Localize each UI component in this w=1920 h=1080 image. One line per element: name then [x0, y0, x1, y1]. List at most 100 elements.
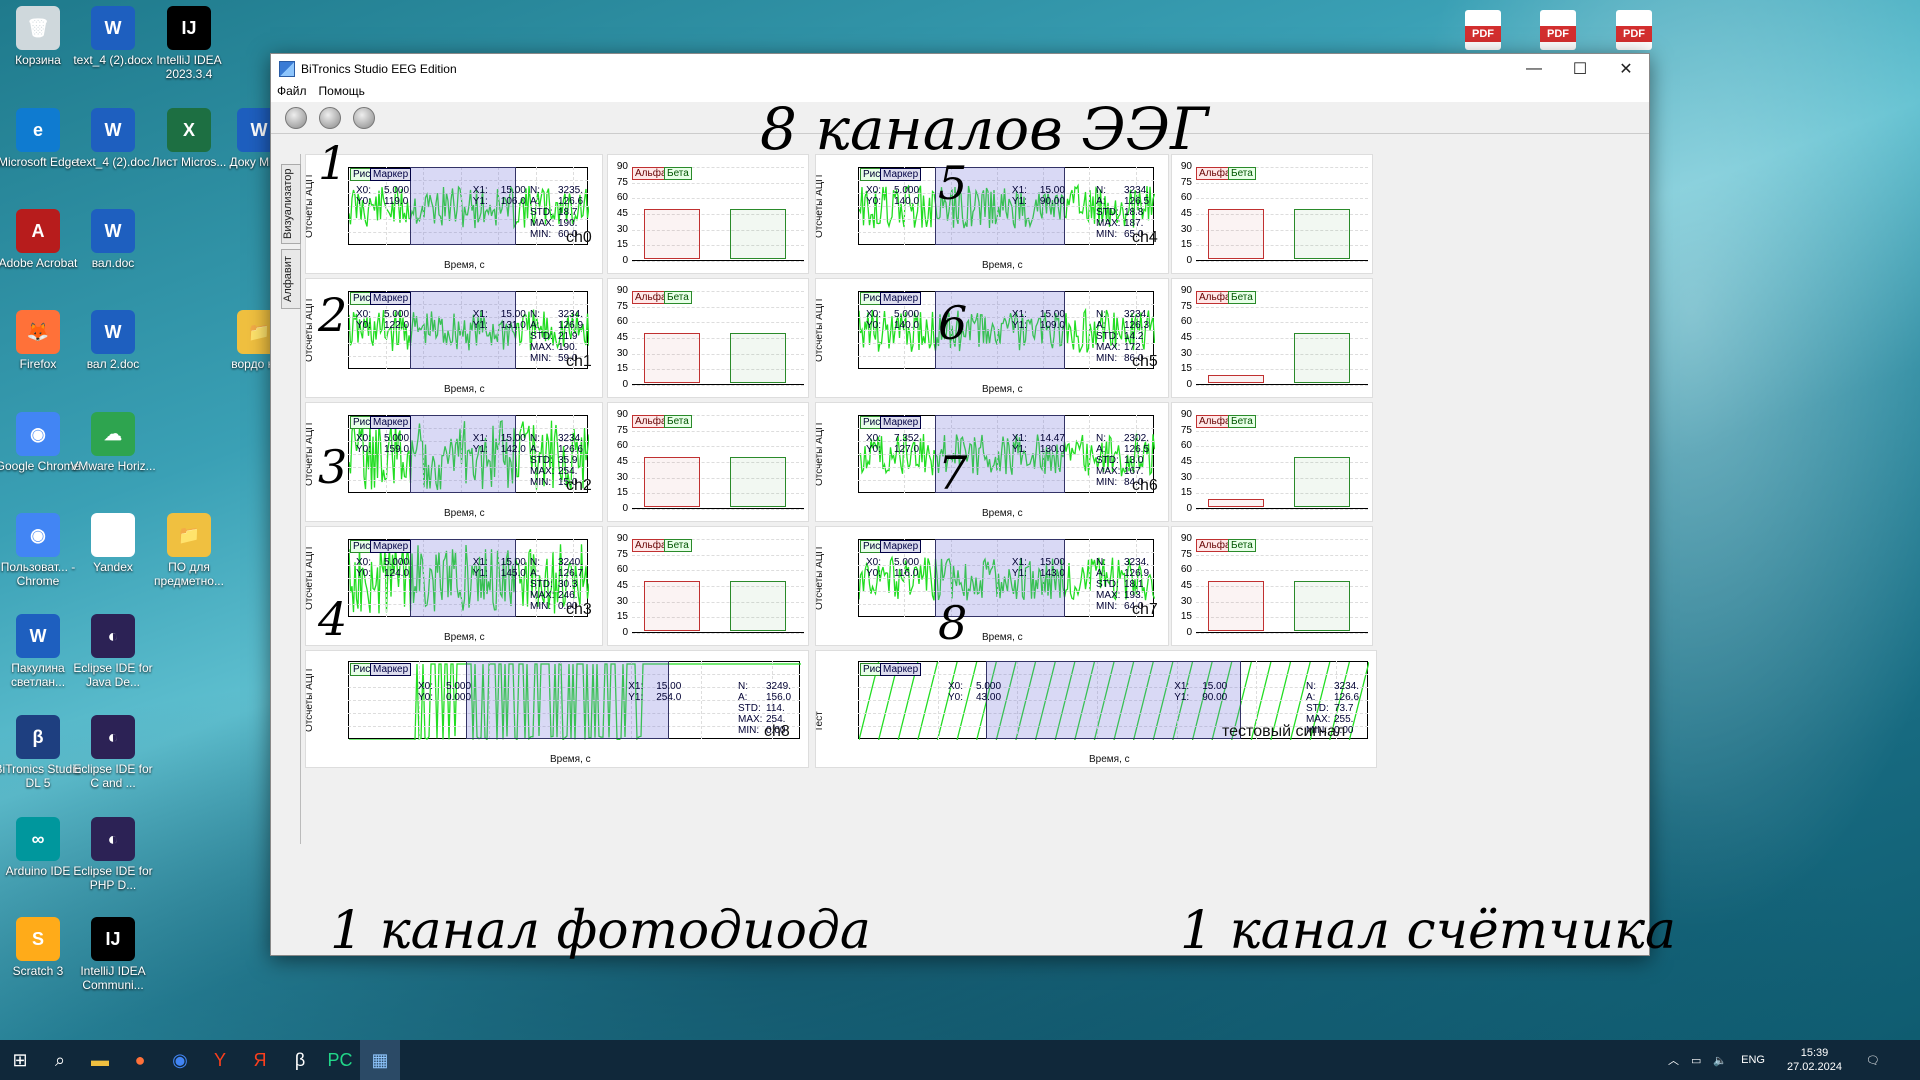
volume-icon[interactable]: 🔈 [1713, 1054, 1727, 1067]
menu-help[interactable]: Помощь [319, 84, 365, 102]
tag-marker[interactable]: Маркер [370, 540, 412, 553]
icon-glyph: ◐ [107, 626, 119, 646]
desktop-icon[interactable]: ☁ VMware Horiz... [69, 408, 157, 473]
stat-key: N: [530, 185, 540, 196]
desktop-icon[interactable]: Wвал.doc [69, 205, 157, 270]
tag-marker[interactable]: Маркер [880, 292, 922, 305]
desktop-icon-image: ☁ [91, 412, 135, 456]
desktop-icon[interactable]: ◐ Eclipse IDE for Java De... [69, 610, 157, 689]
tag-marker[interactable]: Маркер [880, 663, 922, 676]
language-indicator[interactable]: ENG [1741, 1054, 1765, 1066]
clock[interactable]: 15:39 27.02.2024 [1787, 1046, 1842, 1074]
desktop-icon[interactable]: Y Yandex [69, 509, 157, 574]
firefox-icon[interactable]: ● [120, 1040, 160, 1080]
grid-line [1196, 261, 1368, 262]
tag-marker[interactable]: Маркер [370, 168, 412, 181]
close-button[interactable]: ✕ [1603, 54, 1649, 84]
x-axis-title: Время, с [444, 384, 485, 395]
stat-value: 130.0 [1039, 444, 1065, 455]
title-bar[interactable]: BiTronics Studio EEG Edition — ☐ ✕ [271, 54, 1649, 84]
minimize-button[interactable]: — [1511, 54, 1557, 84]
stat-value: 90.00 [1039, 196, 1065, 207]
desktop-icon-image: β [16, 715, 60, 759]
stat-value: 15.00 [500, 557, 526, 568]
network-icon[interactable]: ▭ [1691, 1054, 1701, 1067]
alpha-bar [1208, 580, 1264, 631]
desktop-icon[interactable]: IJ IntelliJ IDEA 2023.3.4 [145, 2, 233, 81]
y-axis-title: Отсчеты АЦП [815, 174, 825, 238]
yandex-browser-icon[interactable]: Y [200, 1040, 240, 1080]
beta-bar [730, 580, 786, 631]
yandex-icon[interactable]: Я [240, 1040, 280, 1080]
stat-key: A: [530, 320, 540, 331]
stat-value: 14.47 [1039, 433, 1065, 444]
notification-icon[interactable]: 🗨 [1866, 1054, 1880, 1067]
tag-marker[interactable]: Маркер [370, 663, 412, 676]
desktop-icon-label: text_4 (2).docx [73, 53, 153, 67]
stat-value: 15.00 [1039, 557, 1065, 568]
desktop-icon-label: вал 2.doc [86, 357, 140, 371]
stat-key: X0: [866, 557, 882, 568]
stat-value: 43.00 [976, 692, 1002, 703]
bar-tick-label: 15 [1180, 239, 1192, 251]
eeg-channel-panel-ch6: Отсчеты АЦП Время, с Рис Маркер X0: 7.352 Y0: 1… [815, 402, 1169, 522]
x-axis-title: Время, с [550, 754, 591, 765]
tag-marker[interactable]: Маркер [880, 540, 922, 553]
beta-bar [1294, 580, 1350, 631]
desktop-icon[interactable]: Wtext_4 (2).doc [69, 104, 157, 169]
gear-icon[interactable] [319, 106, 341, 129]
pycharm-icon[interactable]: PC [320, 1040, 360, 1080]
bar-tick-label: 90 [1180, 409, 1192, 420]
desktop-icon-image: A [16, 209, 60, 253]
desktop-icon-image: e [16, 108, 60, 152]
chevron-up-icon[interactable]: ︿ [1668, 1052, 1679, 1068]
pdf-file-icon[interactable]: PDF [1465, 10, 1501, 50]
desktop-icon[interactable]: 📁 ПО для предметно... [145, 509, 233, 588]
tag-beta[interactable]: Бета [1228, 415, 1256, 428]
grid-line [632, 261, 804, 262]
tab-visualizer[interactable]: Визуализатор [281, 164, 301, 244]
tag-marker[interactable]: Маркер [880, 168, 922, 181]
tag-beta[interactable]: Бета [1228, 291, 1256, 304]
channel-label: ch0 [566, 229, 592, 246]
search-icon[interactable]: ⌕ [40, 1040, 80, 1080]
desktop-icon[interactable]: ◐ Eclipse IDE for PHP D... [69, 813, 157, 892]
stat-key: MIN: [1096, 353, 1118, 364]
icon-glyph: ◐ [107, 829, 119, 849]
bar-tick-label: 30 [1180, 471, 1192, 483]
bitronics-icon[interactable]: β [280, 1040, 320, 1080]
channel-label: ch4 [1132, 229, 1158, 246]
desktop-icon-image: IJ [167, 6, 211, 50]
menu-file[interactable]: Файл [277, 84, 307, 102]
desktop-icon[interactable]: Wtext_4 (2).docx [69, 2, 157, 67]
tag-beta[interactable]: Бета [1228, 167, 1256, 180]
desktop-icon[interactable]: IJ IntelliJ IDEA Communi... [69, 913, 157, 992]
bar-tick-label: 90 [1180, 533, 1192, 544]
desktop-icon[interactable]: ◐ Eclipse IDE for C and ... [69, 711, 157, 790]
start-button[interactable]: ⊞ [0, 1040, 40, 1080]
handwritten-channel-number: 5 [938, 156, 968, 210]
bar-tick-label: 75 [616, 424, 628, 436]
connect-icon[interactable] [285, 106, 307, 129]
tab-alphabet[interactable]: Алфавит [281, 249, 301, 309]
tag-beta[interactable]: Бета [664, 291, 692, 304]
desktop-icon[interactable]: Wвал 2.doc [69, 306, 157, 371]
stat-key: N: [1096, 557, 1106, 568]
chrome-icon[interactable]: ◉ [160, 1040, 200, 1080]
tag-marker[interactable]: Маркер [880, 416, 922, 429]
tag-beta[interactable]: Бета [664, 539, 692, 552]
tag-beta[interactable]: Бета [664, 167, 692, 180]
maximize-button[interactable]: ☐ [1557, 54, 1603, 84]
tag-marker[interactable]: Маркер [370, 416, 412, 429]
record-icon[interactable] [353, 106, 375, 129]
stat-value: 187. [1124, 218, 1144, 229]
pdf-file-icon[interactable]: PDF [1616, 10, 1652, 50]
tag-marker[interactable]: Маркер [370, 292, 412, 305]
explorer-icon[interactable]: ▬ [80, 1040, 120, 1080]
pdf-file-icon[interactable]: PDF [1540, 10, 1576, 50]
tag-beta[interactable]: Бета [1228, 539, 1256, 552]
tag-beta[interactable]: Бета [664, 415, 692, 428]
eeg-app-taskbar-icon[interactable]: ▦ [360, 1040, 400, 1080]
stat-value: 126.6 [558, 444, 584, 455]
stat-key: A: [530, 444, 540, 455]
